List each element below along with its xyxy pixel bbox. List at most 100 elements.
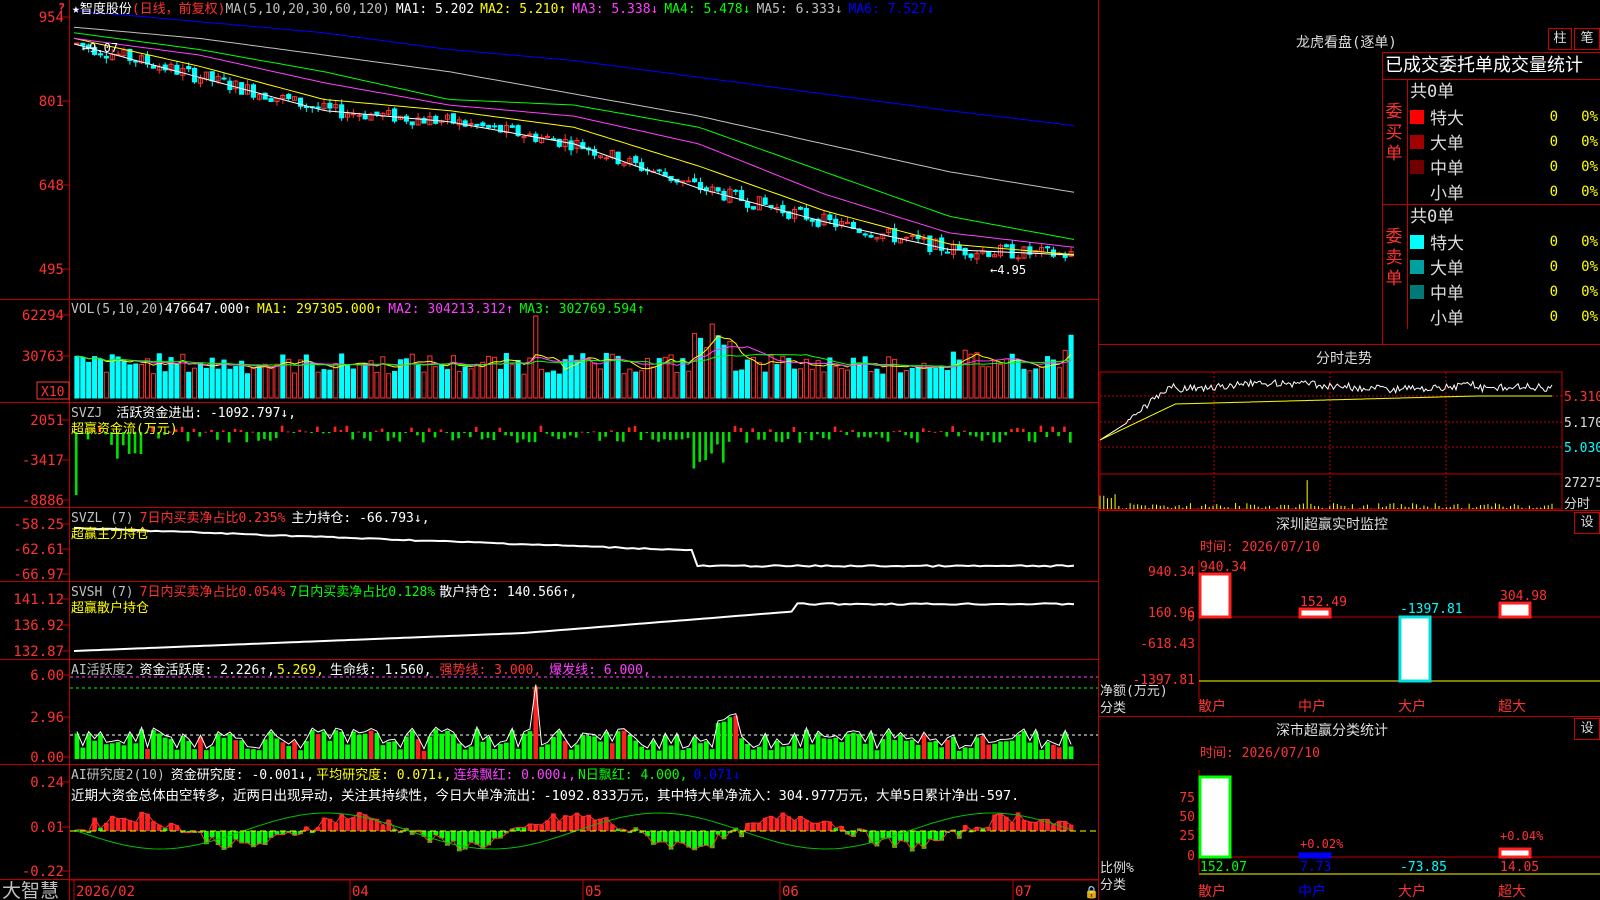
research-bar [674,831,680,843]
header-value: MA(5,10,20,30,60,120) [226,2,390,17]
order-size-label: 特大 [1430,109,1464,129]
flow-bar [474,426,478,432]
period-label: (日线，前复权) [132,1,226,17]
activity-bar [1009,740,1015,759]
flow-bar [374,430,378,432]
candle-down [409,121,415,126]
activity-bar [539,746,544,759]
activity-bar [821,738,827,759]
activity-bar [262,739,268,759]
activity-bar [380,745,386,759]
volume-bar [339,353,345,399]
flow-bar [274,432,278,439]
classify-pct-label: +0.04% [1500,829,1544,843]
activity-bar [874,750,880,759]
activity-bar [439,733,444,759]
activity-bar [556,731,562,759]
intraday-price-line [1099,378,1553,441]
chart-canvas[interactable]: 940.34160.960-618.43-1397.81940.34散户152.… [0,0,1600,900]
flow-bar [792,426,796,432]
volume-bar [1003,358,1009,399]
ma-line-4 [73,32,1075,240]
activity-bar [668,745,674,759]
monitor-settings-button[interactable]: 设 [1574,512,1600,534]
monitor-time: 时间: 2026/07/10 [1200,540,1320,555]
order-row: 大单 0 0% [1408,254,1600,279]
svzj-y-label: -3417 [22,453,64,469]
ai2-y-label: -0.22 [22,864,64,880]
activity-bar [574,744,580,759]
classify-bar [1298,852,1332,859]
tick-view-button[interactable]: 笔 [1574,28,1600,50]
activity-bar [856,733,862,759]
flow-bar [416,432,419,436]
volume-bar [844,369,851,399]
x-tick-label: 04 [352,884,369,900]
flow-bar [969,432,972,436]
research-bar [704,831,709,846]
volume-bar [686,370,692,399]
candle-down [833,218,839,228]
flow-bar [439,429,443,432]
activity-bar [115,742,121,759]
activity-bar [898,734,903,759]
volume-bar [433,365,439,399]
candle-down [633,156,639,163]
flow-bar [651,432,654,440]
activity-bar [362,733,368,759]
candle-up [1015,257,1021,260]
volume-bar [792,368,798,399]
research-bar [533,824,539,831]
order-side-label: 委卖单 [1385,227,1403,289]
candle-down [1062,254,1068,258]
activity-bar [92,740,97,759]
svsh-y-label: 136.92 [13,618,64,634]
flow-bar [1033,432,1037,443]
column-view-button[interactable]: 柱 [1548,28,1572,50]
research-bar [127,820,133,831]
flow-bar [786,432,790,439]
candle-down [392,108,398,122]
candle-down [1009,244,1015,259]
activity-bar [633,740,639,759]
volume-bar [127,364,133,399]
volume-bar [803,358,809,399]
research-bar [1068,824,1074,831]
candle-up [468,122,474,125]
activity-bar [939,747,944,759]
activity-bar [221,737,227,759]
header-value: MA1: 297305.000↑ [257,302,382,317]
flow-bar [874,432,878,435]
flow-bar [351,432,354,440]
flow-bar [604,432,607,437]
activity-bar [621,730,627,759]
intraday-chart [1099,371,1563,510]
header-value: MA2: 5.210↑ [480,2,566,17]
order-count: 0 [1549,308,1558,325]
order-percent: 0% [1581,308,1598,325]
volume-bar [139,363,145,399]
flow-bar [339,429,343,432]
activity-bar [133,743,139,759]
order-row: 特大 0 0% [1408,229,1600,254]
flow-bar [469,432,472,438]
flow-bar [533,432,537,443]
activity-bar [292,741,297,759]
research-bar [133,821,139,831]
flow-bar [1063,426,1066,432]
volume-bar [668,354,674,399]
order-total: 共0单 [1410,82,1455,102]
activity-bar [951,737,956,759]
classify-settings-button[interactable]: 设 [1574,718,1600,740]
activity-bar [580,734,586,759]
lock-icon[interactable]: 🔒 [1084,885,1099,899]
flow-bar [263,432,266,439]
volume-bar [574,359,580,399]
activity-bar [1056,747,1062,759]
activity-bar [762,735,768,759]
order-swatch [1410,284,1424,299]
candle-down [762,197,768,205]
volume-bar [692,333,698,399]
research-bar [356,812,362,831]
volume-bar [903,370,909,399]
